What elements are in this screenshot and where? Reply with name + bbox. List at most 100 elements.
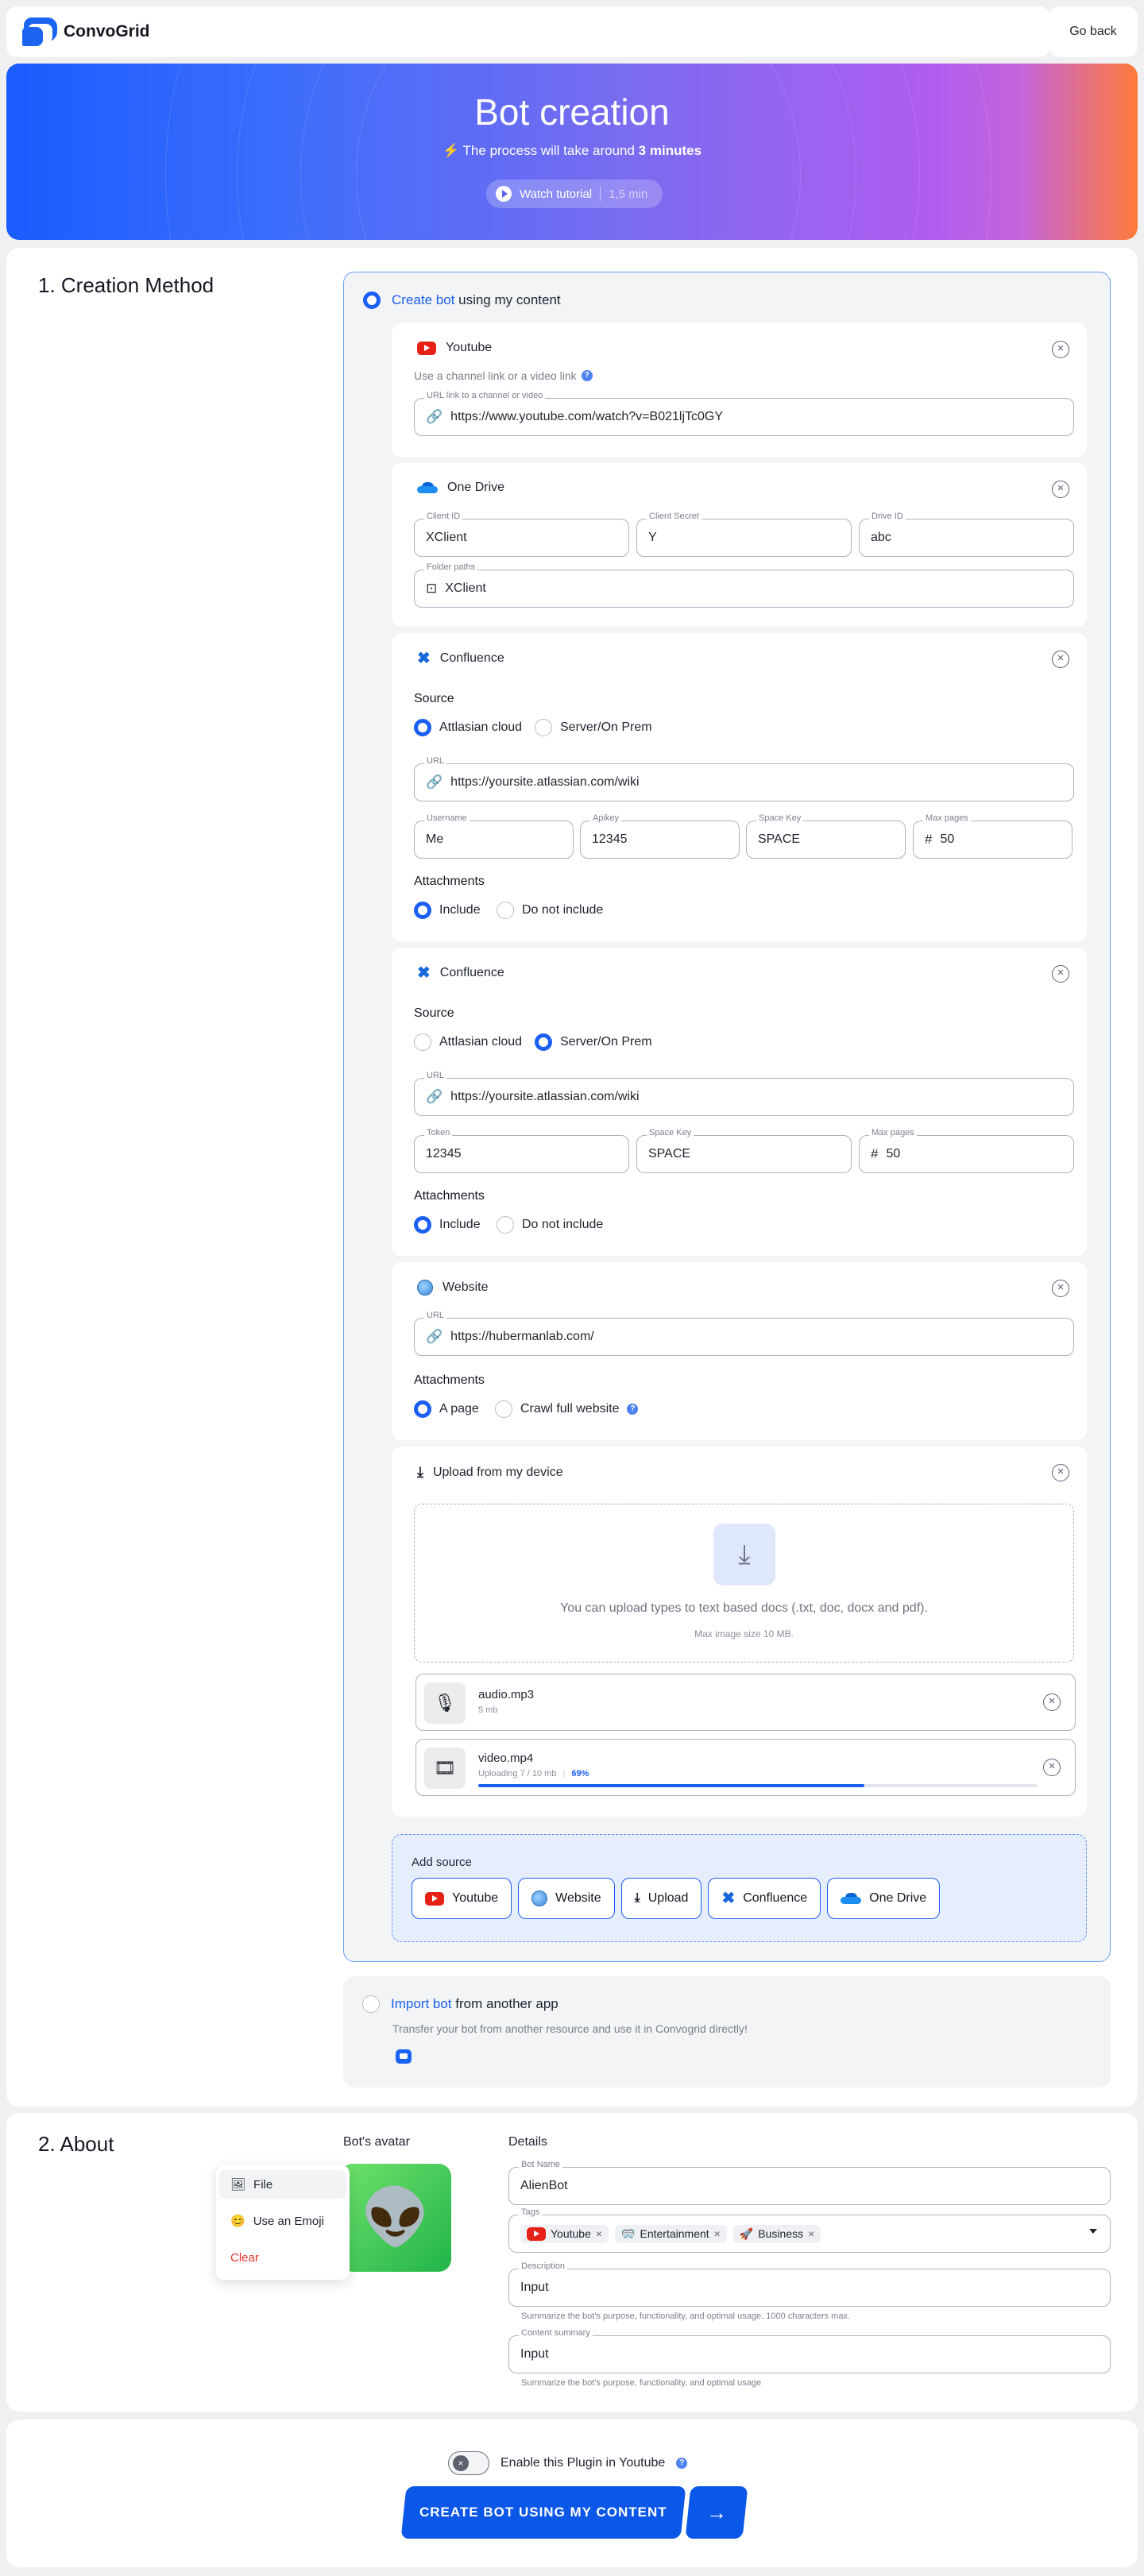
source-cloud-option[interactable]: Attlasian cloud [414,1033,522,1051]
create-bot-link[interactable]: Create bot [392,292,454,307]
help-icon[interactable]: ? [676,2458,688,2469]
menu-item-clear[interactable]: Clear [219,2243,346,2272]
crawl-page-option[interactable]: A page [414,1400,479,1418]
youtube-source-card: Youtube × Use a channel link or a video … [392,323,1087,457]
upload-progress-track [478,1784,1038,1787]
radio-button[interactable] [497,902,514,919]
client-id-field[interactable]: Client ID XClient [414,512,629,557]
attach-include-option[interactable]: Include [414,902,481,919]
convogrid-small-icon [396,2049,412,2064]
radio-button[interactable] [414,1033,431,1051]
add-website-button[interactable]: Website [518,1878,615,1919]
footer-panel: × Enable this Plugin in Youtube ? CREATE… [6,2420,1138,2567]
youtube-url-field[interactable]: URL link to a channel or video 🔗 https://w… [414,391,1074,436]
card-title: Confluence [439,651,504,665]
radio-button[interactable] [414,1400,431,1418]
close-icon[interactable]: × [1043,1759,1061,1776]
plugin-toggle[interactable]: × [448,2451,489,2475]
dropzone-text: You can upload types to text based docs … [560,1601,928,1615]
dropzone-subtext: Max image size 10 MB. [694,1628,794,1639]
watch-tutorial-button[interactable]: Watch tutorial 1,5 min [486,180,663,208]
source-cloud-option[interactable]: Attlasian cloud [414,719,522,736]
hash-icon: # [925,832,933,847]
client-secret-field[interactable]: Client Secret Y [636,512,852,557]
space-key-field[interactable]: Space Key SPACE [636,1128,852,1173]
remove-tag-icon[interactable]: × [714,2227,721,2240]
add-onedrive-button[interactable]: One Drive [827,1878,941,1919]
import-radio-row[interactable]: Import bot from another app [362,1995,558,2013]
remove-tag-icon[interactable]: × [596,2227,602,2240]
close-icon[interactable]: × [1052,481,1069,498]
import-bot-link[interactable]: Import bot [391,1996,452,2011]
create-bot-radio-row[interactable]: Create bot using my content [363,292,561,309]
attach-exclude-option[interactable]: Do not include [497,1216,603,1234]
bot-name-field[interactable]: Bot Name AlienBot [508,2160,1111,2205]
close-icon[interactable]: × [1052,651,1069,668]
attach-exclude-option[interactable]: Do not include [497,902,603,919]
radio-button[interactable] [414,1216,431,1234]
token-field[interactable]: Token 12345 [414,1128,629,1173]
attach-include-option[interactable]: Include [414,1216,481,1234]
upload-dropzone[interactable]: ⤓ You can upload types to text based doc… [414,1504,1074,1663]
chevron-down-icon[interactable] [1089,2229,1097,2234]
import-bot-radio[interactable] [362,1995,380,2013]
menu-item-file[interactable]: 🖼 File [219,2170,346,2199]
username-field[interactable]: Username Me [414,813,574,859]
upload-source-card: ⤓ Upload from my device × ⤓ You can uploa… [392,1446,1087,1817]
radio-button[interactable] [414,719,431,736]
max-pages-field[interactable]: Max pages #50 [859,1128,1074,1173]
add-confluence-button[interactable]: ✖ Confluence [708,1878,821,1919]
confluence-url-field[interactable]: URL 🔗 https://yoursite.atlassian.com/wiki [414,756,1074,801]
description-field[interactable]: Description Input [508,2261,1111,2307]
summary-help: Summarize the bot's purpose, functionali… [521,2378,762,2388]
radio-button[interactable] [414,902,431,919]
help-icon[interactable]: ? [627,1404,639,1415]
top-bar: ConvoGrid [6,6,1050,57]
tags-field[interactable]: Tags Youtube × 🥽 Entertainment × 🚀 Business × [508,2207,1111,2253]
youtube-icon [425,1891,444,1906]
menu-item-emoji[interactable]: 😊 Use an Emoji [219,2207,346,2235]
add-youtube-button[interactable]: Youtube [412,1878,512,1919]
radio-button[interactable] [497,1216,514,1234]
crawl-full-option[interactable]: Crawl full website? [495,1400,639,1418]
remove-tag-icon[interactable]: × [808,2227,814,2240]
close-icon[interactable]: × [1052,965,1069,983]
upload-icon: ⤓ [713,1524,775,1585]
create-bot-button[interactable]: CREATE BOT USING MY CONTENT [400,2486,686,2539]
close-icon[interactable]: × [1043,1694,1061,1711]
space-key-field[interactable]: Space Key SPACE [746,813,906,859]
max-pages-field[interactable]: Max pages #50 [913,813,1072,859]
confluence-server-card: ✖ Confluence × Source Attlasian cloud Ser… [392,948,1087,1256]
details-label: Details [508,2135,547,2149]
radio-button[interactable] [495,1400,512,1418]
source-server-option[interactable]: Server/On Prem [535,719,652,736]
content-summary-field[interactable]: Content summary Input [508,2328,1111,2373]
add-upload-button[interactable]: ⤓ Upload [620,1878,702,1919]
bot-avatar[interactable]: 👽 [340,2164,451,2272]
close-icon[interactable]: × [1052,1464,1069,1481]
hash-icon: # [871,1146,879,1161]
file-meta: Uploading 7 / 10 mb | 69% [478,1769,589,1778]
drive-id-field[interactable]: Drive ID abc [859,512,1074,557]
attachments-label: Attachments [414,875,485,888]
help-icon[interactable]: ? [581,370,593,381]
radio-button[interactable] [535,1033,552,1051]
website-url-field[interactable]: URL 🔗 https://hubermanlab.com/ [414,1311,1074,1356]
confluence-icon: ✖ [417,650,431,667]
create-bot-radio[interactable] [363,292,381,309]
go-back-button[interactable]: Go back [1049,6,1138,57]
confluence-url-field[interactable]: URL 🔗 https://yoursite.atlassian.com/wiki [414,1071,1074,1116]
next-arrow-button[interactable]: → [685,2486,748,2539]
add-source-label: Add source [412,1856,472,1869]
radio-button[interactable] [535,719,552,736]
import-description: Transfer your bot from another resource … [392,2022,748,2035]
attachments-label: Attachments [414,1373,485,1387]
close-icon[interactable]: × [1052,341,1069,358]
close-icon[interactable]: × [1052,1280,1069,1297]
apikey-field[interactable]: Apikey 12345 [580,813,740,859]
source-server-option[interactable]: Server/On Prem [535,1033,652,1051]
card-title: Confluence [439,966,504,979]
upload-progress-fill [478,1784,864,1787]
confluence-icon: ✖ [721,1890,736,1907]
folder-paths-field[interactable]: Folder paths ⊡ XClient [414,562,1074,608]
